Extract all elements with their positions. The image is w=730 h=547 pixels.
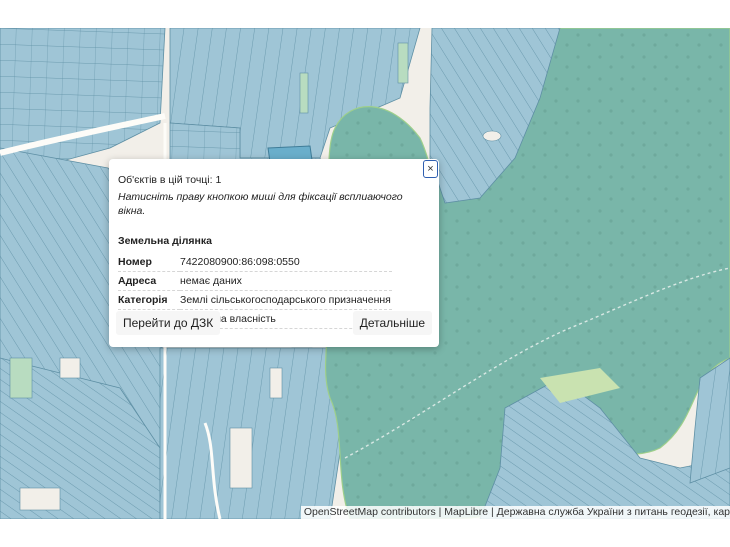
maplibre-attribution-link[interactable]: MapLibre: [444, 506, 488, 518]
table-row: Категорія Землі сільськогосподарського п…: [118, 290, 392, 310]
open-field: [482, 130, 502, 142]
close-button[interactable]: ×: [423, 160, 438, 178]
parcel-block-bottom-center[interactable]: [159, 347, 346, 519]
open-field: [19, 487, 61, 511]
objects-count: Об'єктів в цій точці: 1: [118, 174, 222, 186]
open-field: [229, 427, 253, 489]
table-row: Адреса немає даних: [118, 271, 392, 291]
separator: |: [488, 506, 497, 518]
open-field: [269, 367, 283, 399]
meadow-strip: [299, 72, 309, 114]
go-to-dzk-button[interactable]: Перейти до ДЗК: [116, 311, 221, 335]
map-attribution: OpenStreetMap contributors | MapLibre | …: [300, 506, 730, 519]
property-value: немає даних: [180, 271, 392, 291]
property-key: Адреса: [118, 271, 180, 291]
separator: |: [435, 506, 445, 518]
details-button[interactable]: Детальніше: [352, 311, 432, 335]
feature-info-popup: × Об'єктів в цій точці: 1 Натисніть прав…: [109, 159, 439, 347]
property-value: 7422080900:86:098:0550: [180, 253, 392, 272]
osm-attribution-link[interactable]: OpenStreetMap contributors: [304, 506, 436, 518]
property-key: Номер: [118, 253, 180, 272]
property-value: Землі сільськогосподарського призначення: [180, 290, 392, 310]
service-attribution: Державна служба України з питань геодезі…: [496, 506, 730, 518]
table-row: Номер 7422080900:86:098:0550: [118, 253, 392, 272]
property-key: Категорія: [118, 290, 180, 310]
open-field: [59, 357, 81, 379]
pin-hint: Натисніть праву кнопкою миші для фіксаці…: [118, 191, 403, 217]
section-title: Земельна ділянка: [118, 235, 212, 247]
meadow-strip: [9, 357, 33, 399]
meadow-strip: [397, 42, 409, 84]
